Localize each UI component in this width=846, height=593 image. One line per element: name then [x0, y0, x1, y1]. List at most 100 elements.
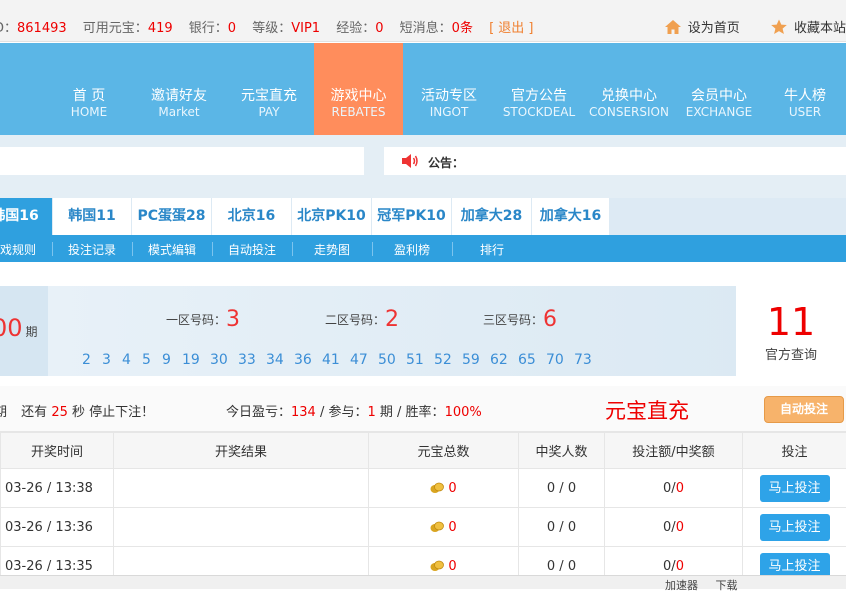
- header-coin-total: 元宝总数: [369, 433, 519, 469]
- countdown-bar: 期 还有 25 秒 停止下注！ 今日盈亏：134 / 参与：1 期 / 胜率：1…: [0, 386, 846, 432]
- winners: 0 / 0: [519, 469, 605, 508]
- draw-number: 50: [378, 352, 396, 368]
- draw-number: 73: [574, 352, 592, 368]
- countdown-suffix: 秒 停止下注！: [72, 405, 154, 420]
- speaker-icon: [401, 153, 419, 169]
- subtab-mode-edit[interactable]: 模式编辑: [148, 241, 196, 258]
- subtab-divider: [132, 242, 133, 256]
- draw-number: 33: [238, 352, 256, 368]
- table-header-row: 开奖时间 开奖结果 元宝总数 中奖人数 投注额/中奖额 投注: [1, 433, 846, 469]
- draw-result: [114, 469, 369, 508]
- table-row: 03-26 / 13:36 0 0 / 0 0/0 马上投注: [1, 508, 846, 547]
- table-row: 03-26 / 13:38 0 0 / 0 0/0 马上投注: [1, 469, 846, 508]
- nav-home-en: HOME: [44, 105, 134, 119]
- join-value: 1: [368, 405, 376, 420]
- subtab-ranking[interactable]: 排行: [480, 241, 504, 258]
- subtab-auto-bet[interactable]: 自动投注: [228, 241, 276, 258]
- win-amount: 0: [676, 481, 684, 496]
- header-bet-win: 投注额/中奖额: [605, 433, 743, 469]
- header-bet: 投注: [743, 433, 846, 469]
- tab-pc28[interactable]: PC蛋蛋28: [132, 198, 211, 235]
- tab-beijing-pk10[interactable]: 北京PK10: [292, 198, 371, 235]
- msg-label: 短消息：: [400, 21, 452, 36]
- accelerator-button[interactable]: 加速器: [665, 579, 698, 592]
- account-stats: D：861493 可用元宝：419 银行：0 等级：VIP1 经验：0 短消息：…: [0, 17, 534, 36]
- draw-number: 3: [102, 352, 111, 368]
- nav-invite-cn: 邀请好友: [134, 85, 224, 105]
- tab-champion-pk10[interactable]: 冠军PK10: [372, 198, 451, 235]
- nav-activity[interactable]: 活动专区INGOT: [404, 43, 494, 135]
- coin-total: 0: [369, 469, 519, 508]
- nav-member-cn: 会员中心: [674, 85, 764, 105]
- subtab-rules[interactable]: 游戏规则: [0, 241, 36, 258]
- draw-result: [114, 508, 369, 547]
- subtab-divider: [372, 242, 373, 256]
- auto-bet-button[interactable]: 自动投注: [764, 396, 844, 423]
- tab-canada28[interactable]: 加拿大28: [452, 198, 531, 235]
- direct-charge-link[interactable]: 元宝直充: [605, 395, 689, 425]
- coin-icon: [430, 521, 444, 533]
- msg-value[interactable]: 0条: [452, 21, 473, 36]
- subtab-profit-rank[interactable]: 盈利榜: [394, 241, 430, 258]
- countdown-still: 还有: [21, 405, 47, 420]
- bet-now-button[interactable]: 马上投注: [760, 475, 830, 502]
- nav-invite[interactable]: 邀请好友Market: [134, 43, 224, 135]
- draw-number: 52: [434, 352, 452, 368]
- set-home-label: 设为首页: [688, 21, 740, 36]
- subtab-divider: [452, 242, 453, 256]
- coin-total: 0: [369, 508, 519, 547]
- draw-number: 5: [142, 352, 151, 368]
- nav-member[interactable]: 会员中心EXCHANGE: [674, 43, 764, 135]
- win-amount: 0: [676, 559, 684, 574]
- coin-total-value: 0: [448, 520, 456, 535]
- subtab-bet-records[interactable]: 投注记录: [68, 241, 116, 258]
- announcement-label: 公告：: [428, 154, 464, 171]
- tab-korea16[interactable]: 韩国16: [0, 198, 52, 235]
- id-label: D：: [0, 21, 17, 36]
- header-winners: 中奖人数: [519, 433, 605, 469]
- official-query-link[interactable]: 官方查询: [736, 344, 846, 363]
- level-value: VIP1: [291, 21, 320, 36]
- draw-number: 65: [518, 352, 536, 368]
- nav-home[interactable]: 首 页HOME: [44, 43, 134, 135]
- level-label: 等级：: [252, 21, 291, 36]
- draw-time: 03-26 / 13:38: [1, 469, 114, 508]
- bet-amount: 0/: [663, 559, 676, 574]
- left-info-box: [0, 147, 364, 175]
- zone3: 三区号码：6: [483, 307, 557, 332]
- draw-number: 62: [490, 352, 508, 368]
- sum-value: 11: [736, 300, 846, 344]
- set-home-link[interactable]: 设为首页: [664, 21, 744, 36]
- subtab-divider: [292, 242, 293, 256]
- sub-tabs: 游戏规则 投注记录 模式编辑 自动投注 走势图 盈利榜 排行: [0, 235, 846, 262]
- tab-canada16[interactable]: 加拿大16: [532, 198, 609, 235]
- nav-exchange-en: CONSERSION: [584, 105, 674, 119]
- coin-total-value: 0: [448, 559, 456, 574]
- nav-member-en: EXCHANGE: [674, 105, 764, 119]
- zone2-label: 二区号码：: [325, 313, 385, 327]
- nav-announcement[interactable]: 官方公告STOCKDEAL: [494, 43, 584, 135]
- bet-amount: 0/: [663, 520, 676, 535]
- exp-label: 经验：: [336, 21, 375, 36]
- bookmark-link[interactable]: 收藏本站: [770, 21, 846, 36]
- coin-total-value: 0: [448, 481, 456, 496]
- zone1-label: 一区号码：: [166, 313, 226, 327]
- nav-announcement-en: STOCKDEAL: [494, 105, 584, 119]
- subtab-trend[interactable]: 走势图: [314, 241, 350, 258]
- nav-exchange[interactable]: 兑换中心CONSERSION: [584, 43, 674, 135]
- countdown-text: 期 还有 25 秒 停止下注！: [0, 401, 154, 420]
- tab-beijing16[interactable]: 北京16: [212, 198, 291, 235]
- nav-game-center[interactable]: 游戏中心REBATES: [314, 43, 403, 135]
- nav-ranking[interactable]: 牛人榜USER: [764, 43, 846, 135]
- tab-korea11[interactable]: 韩国11: [53, 198, 131, 235]
- bet-now-button[interactable]: 马上投注: [760, 514, 830, 541]
- home-icon: [664, 19, 682, 35]
- winners: 0 / 0: [519, 508, 605, 547]
- period-value: 00: [0, 314, 23, 342]
- download-button[interactable]: 下载: [716, 579, 738, 592]
- logout-link[interactable]: [ 退出 ]: [489, 21, 533, 36]
- coin-icon: [430, 482, 444, 494]
- nav-pay[interactable]: 元宝直充PAY: [224, 43, 314, 135]
- draw-result-panel: 00期 一区号码：3 二区号码：2 三区号码：6 2 3 4 5 9 19 30…: [0, 262, 846, 386]
- bet-cell: 马上投注: [743, 469, 846, 508]
